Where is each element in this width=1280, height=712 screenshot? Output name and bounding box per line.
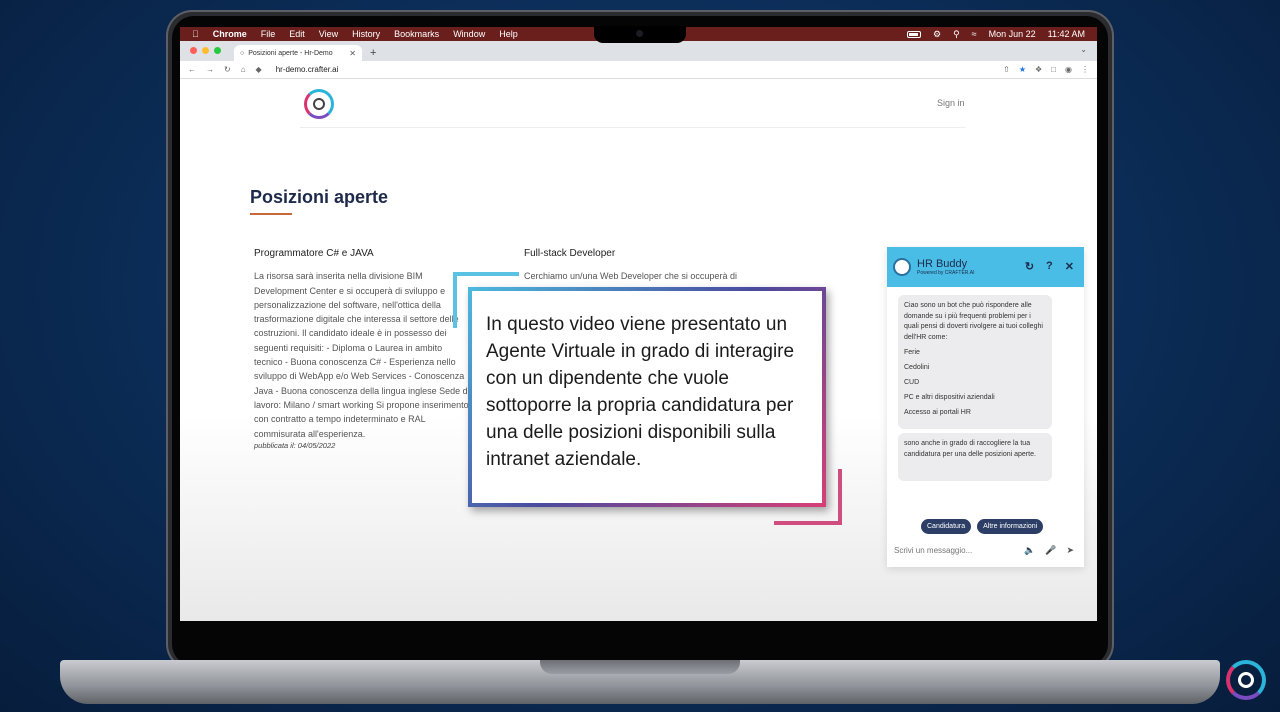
laptop-screen:  Chrome File Edit View History Bookmark… [180, 27, 1097, 621]
share-icon[interactable]: ⇧ [1003, 65, 1010, 74]
caption-text: In questo video viene presentato un Agen… [486, 314, 795, 470]
chat-header: HR Buddy Powered by CRAFTER.AI ↻ ? ✕ [887, 247, 1084, 287]
chat-message-input[interactable] [894, 543, 1022, 557]
list-item: PC e altri dispositivi aziendali [904, 393, 995, 401]
job-title[interactable]: Full-stack Developer [524, 247, 774, 261]
video-caption-overlay: In questo video viene presentato un Agen… [468, 287, 826, 507]
tab-close-icon[interactable]: ✕ [349, 49, 356, 58]
bot-name: HR Buddy [917, 258, 968, 270]
back-icon[interactable]: ← [188, 65, 196, 74]
menu-help[interactable]: Help [499, 29, 518, 39]
tab-title: Posizioni aperte - Hr-Demo [248, 49, 333, 57]
quick-replies: Candidatura Altre informazioni [921, 519, 1044, 534]
job-description: Cerchiamo un/una Web Developer che si oc… [524, 271, 737, 282]
globe-icon: ○ [240, 49, 245, 57]
menu-view[interactable]: View [319, 29, 338, 39]
menu-bookmarks[interactable]: Bookmarks [394, 29, 439, 39]
help-icon[interactable]: ? [1046, 260, 1053, 273]
camera-notch [594, 26, 686, 43]
refresh-icon[interactable]: ↻ [1025, 260, 1034, 273]
browser-tab-strip: ○ Posizioni aperte - Hr-Demo ✕ + ⌄ [180, 41, 1097, 61]
laptop-base-groove [540, 660, 740, 674]
reload-icon[interactable]: ↻ [224, 65, 231, 74]
menu-app-name[interactable]: Chrome [213, 29, 247, 39]
menubar-date[interactable]: Mon Jun 22 [989, 29, 1036, 39]
page-title: Posizioni aperte [250, 187, 389, 207]
job-description: La risorsa sarà inserita nella divisione… [254, 271, 470, 439]
bot-message: sono anche in grado di raccogliere la tu… [898, 433, 1052, 481]
job-card[interactable]: Programmatore C# e JAVA La risorsa sarà … [254, 247, 470, 451]
signin-link[interactable]: Sign in [937, 98, 965, 108]
quick-reply-candidatura[interactable]: Candidatura [921, 519, 972, 534]
home-icon[interactable]: ⌂ [241, 65, 246, 74]
apple-icon[interactable]:  [192, 29, 199, 39]
header-divider [300, 127, 966, 128]
bookmark-star-icon[interactable]: ★ [1019, 65, 1026, 74]
profile-avatar[interactable]: ◉ [1065, 65, 1072, 74]
new-tab-button[interactable]: + [370, 47, 376, 59]
tab-search-chevron-icon[interactable]: ⌄ [1080, 45, 1087, 54]
job-published-date: pubblicata il: 04/05/2022 [254, 440, 336, 450]
close-window-button[interactable] [190, 47, 197, 54]
menubar-time[interactable]: 11:42 AM [1048, 29, 1085, 39]
sidebar-icon[interactable]: □ [1051, 65, 1056, 74]
forward-icon[interactable]: → [206, 65, 214, 74]
chatbot-widget: HR Buddy Powered by CRAFTER.AI ↻ ? ✕ Cia… [887, 247, 1084, 567]
wifi-icon[interactable]: ≈ [972, 29, 977, 39]
minimize-window-button[interactable] [202, 47, 209, 54]
brand-logo [1226, 660, 1266, 700]
extensions-icon[interactable]: ❖ [1035, 65, 1042, 74]
browser-tab[interactable]: ○ Posizioni aperte - Hr-Demo ✕ [234, 45, 362, 61]
site-logo[interactable] [304, 89, 334, 119]
bot-message-text: sono anche in grado di raccogliere la tu… [904, 440, 1036, 458]
browser-menu-icon[interactable]: ⋮ [1081, 65, 1089, 74]
close-icon[interactable]: ✕ [1065, 260, 1074, 273]
web-page: Sign in Posizioni aperte Programmatore C… [180, 79, 1097, 621]
menu-edit[interactable]: Edit [289, 29, 305, 39]
quick-reply-altre-informazioni[interactable]: Altre informazioni [977, 519, 1044, 534]
zoom-window-button[interactable] [214, 47, 221, 54]
mic-off-icon[interactable]: 🎤 [1045, 545, 1056, 556]
window-controls [190, 47, 221, 54]
list-item: Accesso ai portali HR [904, 408, 971, 416]
bot-message-text: Ciao sono un bot che può rispondere alle… [904, 302, 1043, 341]
job-card[interactable]: Full-stack Developer Cerchiamo un/una We… [524, 247, 774, 284]
address-bar-url[interactable]: hr-demo.crafter.ai [276, 65, 339, 74]
list-item: Cedolini [904, 363, 930, 371]
job-title[interactable]: Programmatore C# e JAVA [254, 247, 470, 261]
send-icon[interactable]: ➤ [1066, 545, 1074, 556]
list-item: CUD [904, 378, 920, 386]
menu-window[interactable]: Window [453, 29, 485, 39]
menu-file[interactable]: File [261, 29, 276, 39]
control-center-icon[interactable]: ⚙ [933, 29, 941, 40]
bot-message: Ciao sono un bot che può rispondere alle… [898, 295, 1052, 429]
title-underline [250, 213, 292, 215]
spotlight-search-icon[interactable]: ⚲ [953, 29, 960, 40]
browser-toolbar: ← → ↻ ⌂ ◆ hr-demo.crafter.ai ⇧ ★ ❖ □ ◉ ⋮ [180, 61, 1097, 79]
battery-icon[interactable] [906, 30, 921, 38]
lock-icon[interactable]: ◆ [256, 65, 262, 74]
mute-icon[interactable]: 🔈 [1024, 545, 1035, 556]
list-item: Ferie [904, 348, 920, 356]
bot-avatar [893, 258, 911, 276]
menu-history[interactable]: History [352, 29, 380, 39]
bot-powered-by: Powered by CRAFTER.AI [917, 270, 975, 276]
